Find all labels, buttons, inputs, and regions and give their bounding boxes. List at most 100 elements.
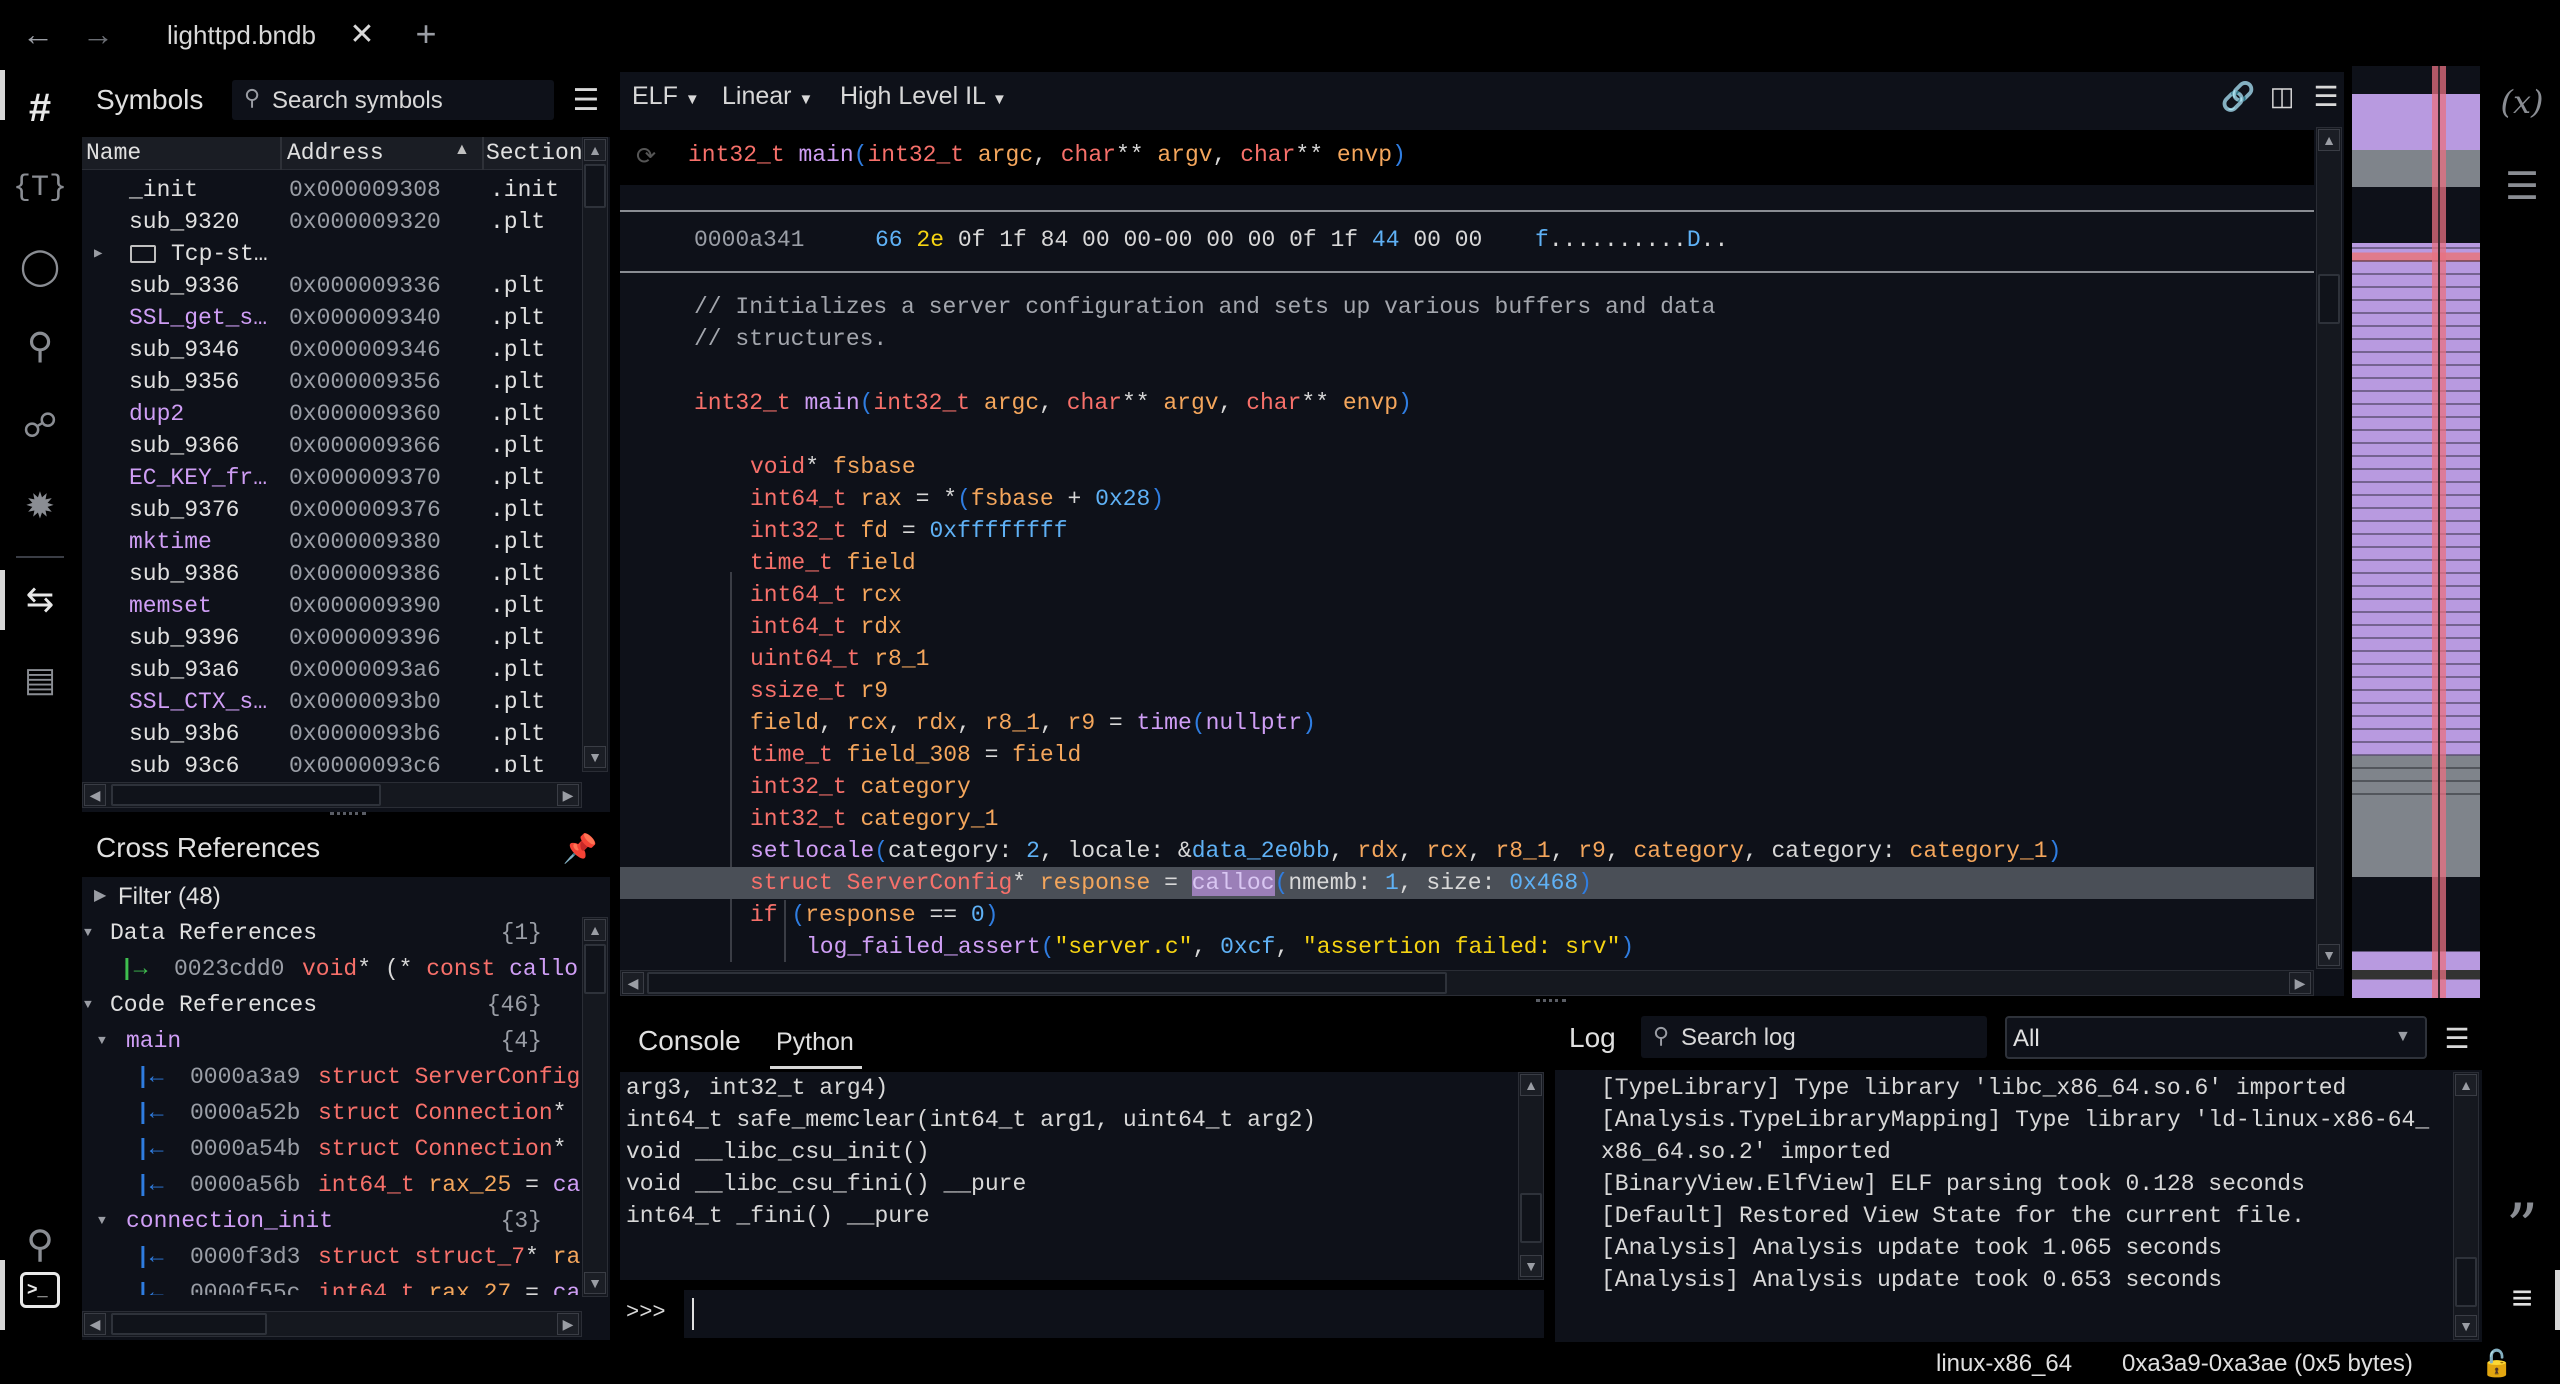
menu-icon[interactable]: ☰ [2441, 1020, 2473, 1056]
xrefs-vertical-scrollbar[interactable]: ▲ ▼ [582, 917, 608, 1297]
code-line[interactable]: field, rcx, rdx, r8_1, r9 = time(nullptr… [620, 707, 2314, 739]
terminal-icon[interactable]: >_ [20, 1272, 60, 1308]
code-token[interactable]: ( [791, 902, 805, 928]
symbol-folder-row[interactable]: ▶ Tcp-st… [82, 238, 582, 270]
code-token[interactable]: , [1399, 838, 1427, 864]
code-token[interactable]: struct ServerConfig [750, 870, 1012, 896]
code-line[interactable]: time_t field [620, 547, 2314, 579]
xref-func-row[interactable]: ▼ connection_init {3} [82, 1203, 580, 1239]
code-token[interactable]: setlocale [750, 838, 874, 864]
code-token[interactable]: ra [553, 1244, 580, 1270]
code-vertical-scrollbar[interactable]: ▲ ▼ [2316, 127, 2342, 969]
code-token[interactable]: callo [509, 956, 578, 982]
code-line[interactable]: log_failed_assert("server.c", 0xcf, "ass… [620, 931, 2314, 963]
code-token[interactable]: rcx [860, 582, 901, 608]
code-token[interactable]: , [1468, 838, 1496, 864]
xref-item-row[interactable]: |→ 0023cdd0 void* (* const callo [82, 951, 580, 987]
code-token[interactable]: * [553, 1136, 567, 1162]
symbol-row[interactable]: sub_9346 0x000009346 .plt [82, 334, 582, 366]
code-token[interactable]: void [302, 956, 357, 982]
code-line[interactable]: uint64_t r8_1 [620, 643, 2314, 675]
code-line[interactable]: time_t field_308 = field [620, 739, 2314, 771]
code-token[interactable]: 0xcf [1220, 934, 1275, 960]
code-token[interactable]: ( [1041, 934, 1055, 960]
code-token[interactable]: int32_t [694, 390, 791, 416]
code-token[interactable]: rcx [847, 710, 888, 736]
code-token[interactable]: ( [860, 390, 874, 416]
column-header-name[interactable]: Name [86, 140, 141, 166]
types-icon[interactable]: {T} [13, 164, 67, 212]
hierarchy-icon[interactable]: ▤ [16, 656, 64, 704]
code-token[interactable]: ( [1192, 710, 1206, 736]
code-token[interactable]: void [750, 454, 805, 480]
code-token[interactable] [833, 742, 847, 768]
code-token[interactable] [495, 956, 509, 982]
collapse-arrow-icon[interactable]: ▼ [84, 915, 92, 951]
symbols-hash-icon[interactable]: # [16, 84, 64, 132]
variables-icon[interactable]: (x) [2494, 82, 2550, 122]
column-header-section[interactable]: Section [486, 140, 582, 166]
code-token[interactable]: * [805, 454, 833, 480]
code-token[interactable]: envp [1343, 390, 1398, 416]
symbols-search-input[interactable]: ⚲ Search symbols [232, 80, 554, 120]
code-token[interactable]: 1 [1385, 870, 1399, 896]
symbol-row[interactable]: sub_9386 0x000009386 .plt [82, 558, 582, 590]
code-token[interactable]: category_1 [1910, 838, 2048, 864]
code-line[interactable]: int32_t main(int32_t argc, char** argv, … [620, 387, 2314, 419]
collapse-arrow-icon[interactable]: ▼ [98, 1203, 106, 1239]
outline-lines-icon[interactable]: ≡ [2500, 1274, 2544, 1322]
code-line[interactable] [620, 355, 2314, 387]
code-token[interactable]: 0x468 [1509, 870, 1578, 896]
code-token[interactable]: , [1275, 934, 1303, 960]
code-token[interactable]: category [860, 774, 970, 800]
code-line-highlighted[interactable]: struct ServerConfig* response = calloc(n… [620, 867, 2314, 899]
code-token[interactable]: = [971, 742, 1012, 768]
cross-references-icon[interactable]: ⇆ [16, 576, 64, 624]
code-token[interactable]: int32_t [867, 142, 964, 168]
code-token[interactable]: const [426, 956, 495, 982]
symbol-row[interactable]: sub_9366 0x000009366 .plt [82, 430, 582, 462]
code-token[interactable]: rax_25 [428, 1172, 511, 1198]
code-token[interactable]: struct ServerConfig [318, 1064, 580, 1090]
code-token[interactable]: fd [860, 518, 888, 544]
selection-status[interactable]: 0xa3a9-0xa3ae (0x5 bytes) [2122, 1350, 2413, 1378]
tab-python[interactable]: Python [776, 1028, 854, 1057]
log-scrollbar[interactable]: ▲ ▼ [2453, 1072, 2479, 1340]
code-token[interactable]: * [525, 1244, 553, 1270]
code-token[interactable]: argc [984, 390, 1039, 416]
code-line[interactable]: ssize_t r9 [620, 675, 2314, 707]
code-token[interactable]: 0x28 [1095, 486, 1150, 512]
code-line[interactable]: int32_t category [620, 771, 2314, 803]
code-token[interactable]: nmemb: [1288, 870, 1385, 896]
symbol-row[interactable]: _init 0x000009308 .init [82, 174, 582, 206]
symbol-row[interactable]: mktime 0x000009380 .plt [82, 526, 582, 558]
code-token[interactable]: ) [1392, 142, 1406, 168]
code-token[interactable]: rdx [916, 710, 957, 736]
close-icon[interactable]: ✕ [342, 14, 382, 54]
code-token[interactable]: , size: [1399, 870, 1509, 896]
code-token[interactable]: .......... [1549, 227, 1687, 253]
code-token[interactable]: ) [2048, 838, 2062, 864]
symbols-horizontal-scrollbar[interactable]: ◀ ▶ [82, 782, 582, 808]
code-token[interactable]: D [1687, 227, 1701, 253]
symbol-row[interactable]: SSL_CTX_s… 0x0000093b0 .plt [82, 686, 582, 718]
symbol-row[interactable]: sub_9376 0x000009376 .plt [82, 494, 582, 526]
code-token[interactable]: log_failed_assert [806, 934, 1041, 960]
code-token[interactable]: response [1040, 870, 1150, 896]
code-token[interactable] [860, 646, 874, 672]
code-token[interactable]: struct Connection [318, 1136, 553, 1162]
tab-console[interactable]: Console [638, 1025, 741, 1057]
refresh-icon[interactable]: ⟳ [636, 142, 656, 171]
code-line[interactable]: int64_t rax = *(fsbase + 0x28) [620, 483, 2314, 515]
code-token[interactable]: argc [978, 142, 1033, 168]
code-token[interactable]: field [750, 710, 819, 736]
xref-group-row[interactable]: ▼ Code References {46} [82, 987, 580, 1023]
code-token[interactable] [847, 678, 861, 704]
plus-icon[interactable]: + [406, 13, 446, 54]
debugger-bug-icon[interactable]: ✹ [16, 482, 64, 530]
code-token[interactable]: ca [553, 1172, 580, 1198]
symbols-vertical-scrollbar[interactable]: ▲ ▼ [582, 137, 608, 772]
code-token[interactable]: nullptr [1206, 710, 1303, 736]
code-token[interactable]: , [1213, 142, 1241, 168]
code-token[interactable]: , [1040, 710, 1068, 736]
